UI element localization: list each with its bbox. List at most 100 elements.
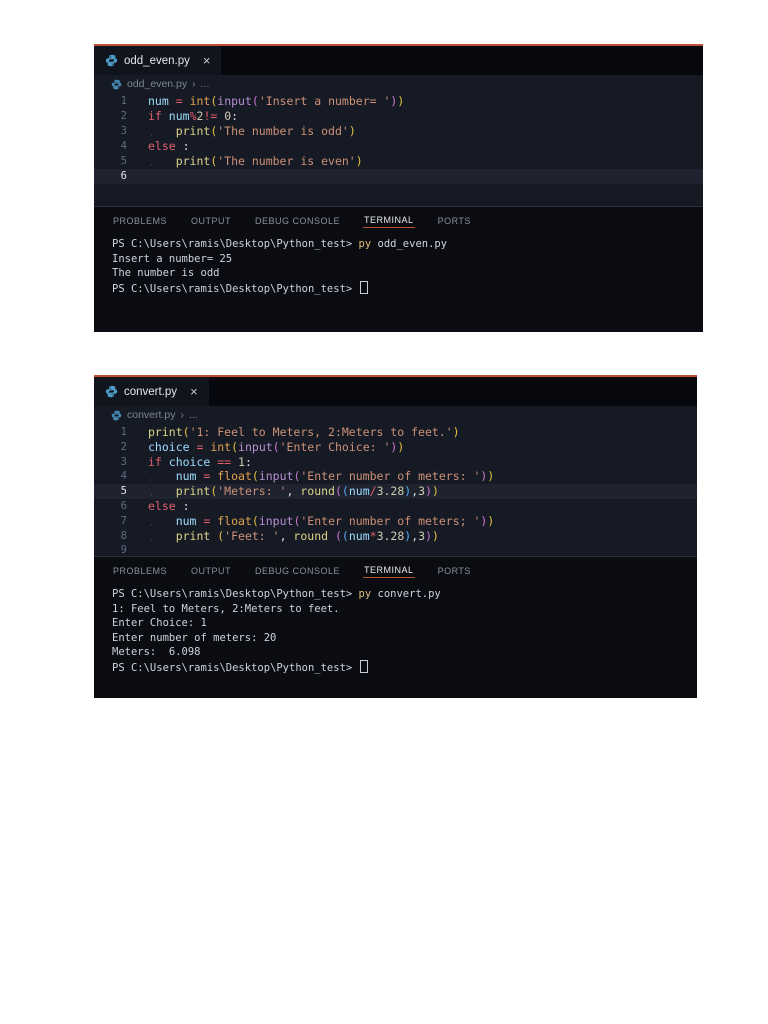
code-line[interactable]: 1 print('1: Feel to Meters, 2:Meters to f… — [94, 425, 697, 440]
code-token: ) — [452, 425, 460, 439]
breadcrumb-separator: › — [192, 78, 196, 90]
code-line[interactable]: 6 — [94, 169, 703, 184]
code-token: ( — [341, 484, 349, 499]
terminal-line: Insert a number= 25 — [112, 252, 703, 267]
code-text: print('Meters: ', round((num/3.28),3)) — [148, 484, 439, 499]
code-token: print — [175, 528, 218, 543]
code-line[interactable]: 2 if num%2!= 0: — [94, 109, 703, 124]
code-token: input — [258, 469, 294, 484]
code-token: 'The number is even' — [217, 154, 356, 168]
code-line[interactable]: 4 else : — [94, 139, 703, 154]
line-number: 4 — [120, 470, 127, 483]
code-token: choice — [168, 454, 218, 469]
breadcrumb-file[interactable]: convert.py — [127, 409, 175, 421]
panel-tab-terminal[interactable]: TERMINAL — [363, 562, 415, 578]
line-number: 6 — [120, 170, 127, 182]
code-token: ) — [355, 154, 363, 168]
code-line[interactable]: 6 else : — [94, 499, 697, 514]
code-line[interactable]: 8 print ('Feet: ', round ((num*3.28),3)) — [94, 529, 697, 544]
breadcrumb-symbol[interactable]: ... — [201, 78, 210, 90]
code-token: '1: Feel to Meters, 2:Meters to feet.' — [189, 425, 453, 439]
code-token: , — [286, 484, 301, 499]
code-editor[interactable]: 1 num = int(input('Insert a number= ')) 2 i… — [94, 93, 703, 206]
code-token: num — [348, 484, 370, 499]
terminal-line: Meters: 6.098 — [112, 645, 697, 660]
code-line[interactable]: 9 — [94, 543, 697, 556]
panel-tab-problems[interactable]: PROBLEMS — [112, 563, 168, 578]
panel-tab-terminal[interactable]: TERMINAL — [363, 212, 415, 228]
code-line[interactable]: 1 num = int(input('Insert a number= ')) — [94, 94, 703, 109]
panel-tab-debug-console[interactable]: DEBUG CONSOLE — [254, 563, 341, 578]
terminal-line: PS C:\Users\ramis\Desktop\Python_test> p… — [112, 237, 703, 252]
code-token: 'Insert a number= ' — [258, 94, 391, 108]
code-token: ) — [425, 484, 433, 499]
line-number: 5 — [120, 155, 127, 167]
panel-tab-problems[interactable]: PROBLEMS — [112, 213, 168, 228]
terminal-text: py — [358, 588, 372, 600]
editor-tab-odd-even[interactable]: odd_even.py × — [94, 46, 222, 75]
line-number: 7 — [120, 514, 127, 527]
tab-close-icon[interactable]: × — [190, 385, 198, 398]
code-token: : — [231, 109, 239, 123]
code-token: 3.28 — [376, 528, 405, 543]
editor-tab-bar: convert.py × — [94, 377, 697, 406]
code-token: ( — [272, 439, 280, 454]
code-line[interactable]: 7 num = float(input('Enter number of mete… — [94, 514, 697, 529]
terminal-text: odd_even.py — [371, 238, 448, 250]
code-line[interactable]: 5 print('Meters: ', round((num/3.28),3)) — [94, 484, 697, 499]
breadcrumb-file[interactable]: odd_even.py — [127, 78, 187, 90]
panel-tab-output[interactable]: OUTPUT — [190, 213, 232, 228]
terminal-text: 1: Feel to Meters, 2:Meters to feet. — [112, 602, 340, 615]
code-text: else : — [148, 139, 190, 154]
breadcrumb-symbol[interactable]: ... — [189, 409, 198, 421]
code-line[interactable]: 2 choice = int(input('Enter Choice: ')) — [94, 440, 697, 455]
code-token: 'Enter number of meters; ' — [300, 513, 481, 528]
line-number: 1 — [120, 426, 127, 438]
vscode-window-convert: convert.py × convert.py › ... 1 print('1:… — [94, 375, 697, 698]
code-token: print — [175, 154, 211, 168]
terminal[interactable]: PS C:\Users\ramis\Desktop\Python_test> p… — [94, 583, 697, 698]
code-editor[interactable]: 1 print('1: Feel to Meters, 2:Meters to f… — [94, 424, 697, 556]
code-token: input — [217, 94, 252, 108]
panel-tab-output[interactable]: OUTPUT — [190, 563, 232, 578]
panel-tab-debug-console[interactable]: DEBUG CONSOLE — [254, 213, 341, 228]
line-number: 2 — [120, 440, 127, 453]
code-text: print('1: Feel to Meters, 2:Meters to fe… — [148, 425, 460, 440]
editor-tab-convert[interactable]: convert.py × — [94, 377, 209, 406]
line-number: 5 — [120, 485, 127, 498]
breadcrumb[interactable]: convert.py › ... — [94, 406, 697, 424]
bottom-panel: PROBLEMS OUTPUT DEBUG CONSOLE TERMINAL PORTS… — [94, 556, 697, 698]
panel-tab-ports[interactable]: PORTS — [437, 563, 472, 578]
code-token: 'Meters: ' — [217, 484, 287, 499]
code-line[interactable]: 3 print('The number is odd') — [94, 124, 703, 139]
tab-close-icon[interactable]: × — [203, 54, 211, 67]
code-token: num — [148, 94, 176, 108]
code-token: num — [348, 528, 370, 543]
terminal-text: The number is odd — [112, 267, 220, 279]
python-file-icon — [111, 410, 122, 420]
code-token: = — [203, 469, 218, 484]
terminal-cursor[interactable] — [359, 659, 368, 673]
code-line[interactable]: 5 print('The number is even') — [94, 154, 703, 169]
terminal[interactable]: PS C:\Users\ramis\Desktop\Python_test> p… — [94, 233, 703, 332]
line-number: 2 — [120, 110, 127, 122]
code-line[interactable]: 4 num = float(input('Enter number of mete… — [94, 469, 697, 484]
code-token: 'Enter number of meters: ' — [300, 469, 481, 484]
code-token: 'The number is odd' — [217, 124, 349, 138]
breadcrumb[interactable]: odd_even.py › ... — [94, 75, 703, 93]
code-token: ) — [487, 513, 495, 528]
code-token: else — [148, 498, 183, 513]
code-text: num = float(input('Enter number of meter… — [148, 514, 494, 529]
code-token: ( — [182, 425, 190, 439]
terminal-cursor[interactable] — [359, 280, 368, 294]
tab-filename: convert.py — [124, 385, 178, 398]
code-token: 3.28 — [376, 484, 405, 499]
code-token: print — [175, 484, 211, 499]
line-number: 4 — [120, 140, 127, 152]
code-token: % — [189, 109, 197, 123]
code-line[interactable]: 3 if choice == 1: — [94, 455, 697, 470]
code-token: ) — [432, 528, 439, 543]
panel-tab-ports[interactable]: PORTS — [437, 213, 472, 228]
code-token: ( — [334, 484, 342, 499]
code-text: if choice == 1: — [148, 455, 252, 470]
